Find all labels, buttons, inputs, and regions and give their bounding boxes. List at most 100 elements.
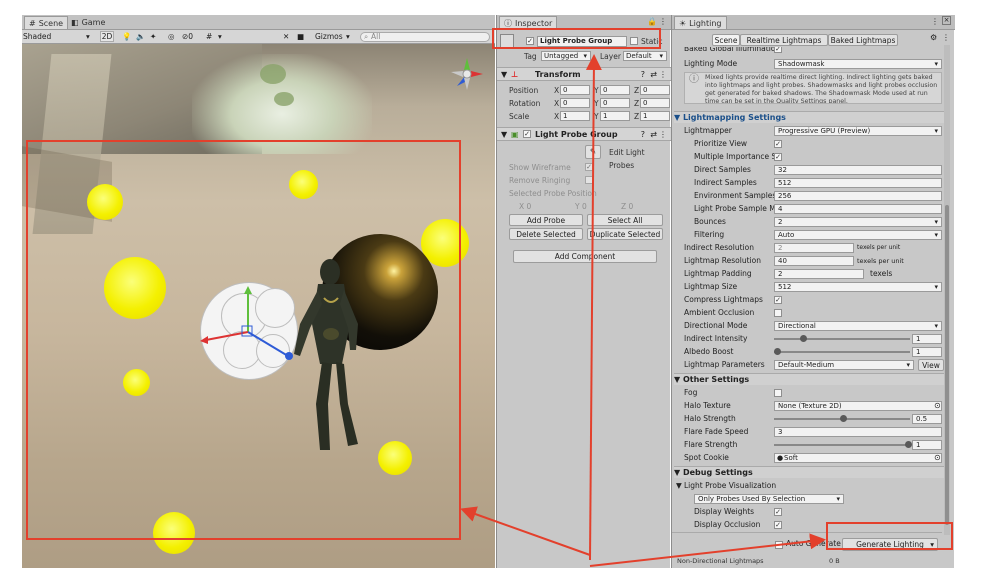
- camera-settings-icon[interactable]: ■: [297, 30, 304, 44]
- transform-header[interactable]: ▼ ⊥ Transform ? ⇄ ⋮: [497, 67, 671, 81]
- shading-mode-dropdown[interactable]: Shaded: [23, 30, 51, 44]
- environment-samples-field[interactable]: 256: [774, 191, 942, 201]
- grid-toggle-icon[interactable]: #: [206, 30, 212, 44]
- scale-x-field[interactable]: 1: [560, 111, 590, 121]
- remove-ringing-checkbox[interactable]: [585, 176, 593, 184]
- tab-game[interactable]: ◧ Game: [67, 16, 109, 29]
- display-weights-checkbox[interactable]: ✓: [774, 508, 782, 516]
- indirect-intensity-field[interactable]: 1: [912, 334, 942, 344]
- auto-generate-checkbox[interactable]: [775, 541, 783, 549]
- slider-knob[interactable]: [800, 335, 807, 342]
- delete-selected-button[interactable]: Delete Selected: [509, 228, 583, 240]
- baked-gi-checkbox[interactable]: ✓: [774, 47, 782, 53]
- duplicate-selected-button[interactable]: Duplicate Selected: [587, 228, 663, 240]
- close-icon[interactable]: ×: [942, 16, 951, 25]
- object-picker-icon[interactable]: ⊙: [934, 452, 941, 464]
- spot-cookie-field[interactable]: Soft: [774, 453, 942, 463]
- albedo-boost-slider[interactable]: [774, 351, 910, 353]
- lighting-toggle-icon[interactable]: 💡: [122, 30, 131, 44]
- tab-lighting[interactable]: ☀ Lighting: [674, 16, 727, 29]
- position-y-field[interactable]: 0: [600, 85, 630, 95]
- bounces-dropdown[interactable]: 2: [774, 217, 942, 227]
- orientation-gizmo[interactable]: [449, 56, 485, 92]
- directional-mode-dropdown[interactable]: Directional: [774, 321, 942, 331]
- lighting-menu-icon[interactable]: ⋮: [942, 33, 950, 42]
- compress-checkbox[interactable]: ✓: [774, 296, 782, 304]
- edit-probes-button[interactable]: ✎: [585, 145, 601, 159]
- lightmapping-settings-header[interactable]: ▼ Lightmapping Settings: [674, 111, 944, 123]
- lighting-scrollbar[interactable]: [944, 45, 950, 535]
- probe-sample-field[interactable]: 4: [774, 204, 942, 214]
- selected-x-field[interactable]: X 0: [519, 200, 531, 213]
- rotation-z-field[interactable]: 0: [640, 98, 670, 108]
- position-x-field[interactable]: 0: [560, 85, 590, 95]
- flare-strength-slider[interactable]: [774, 444, 910, 446]
- rotation-x-field[interactable]: 0: [560, 98, 590, 108]
- tag-dropdown[interactable]: Untagged: [541, 51, 591, 61]
- settings-gear-icon[interactable]: ⚙: [930, 33, 937, 42]
- fog-checkbox[interactable]: [774, 389, 782, 397]
- view-button[interactable]: View: [918, 359, 944, 371]
- lightmap-params-dropdown[interactable]: Default-Medium: [774, 360, 914, 370]
- lighting-tab-scene[interactable]: Scene: [712, 34, 740, 46]
- lock-icon[interactable]: 🔒: [647, 17, 657, 26]
- select-all-button[interactable]: Select All: [587, 214, 663, 226]
- component-enabled-checkbox[interactable]: ✓: [523, 130, 531, 138]
- direct-samples-field[interactable]: 32: [774, 165, 942, 175]
- scale-y-field[interactable]: 1: [600, 111, 630, 121]
- lightmap-size-dropdown[interactable]: 512: [774, 282, 942, 292]
- flare-strength-field[interactable]: 1: [912, 440, 942, 450]
- grid-dropdown-icon[interactable]: ▾: [218, 30, 222, 44]
- gizmos-dropdown[interactable]: Gizmos: [315, 30, 343, 44]
- slider-knob[interactable]: [905, 441, 912, 448]
- debug-settings-header[interactable]: ▼ Debug Settings: [674, 466, 944, 478]
- slider-knob[interactable]: [840, 415, 847, 422]
- albedo-boost-field[interactable]: 1: [912, 347, 942, 357]
- panel-menu-icon[interactable]: ⋮: [659, 17, 667, 26]
- scrollbar-thumb[interactable]: [945, 205, 949, 525]
- halo-texture-field[interactable]: None (Texture 2D): [774, 401, 942, 411]
- layer-dropdown[interactable]: Default: [623, 51, 667, 61]
- light-probe-group-header[interactable]: ▼ ▣ ✓ Light Probe Group ? ⇄ ⋮: [497, 127, 671, 141]
- lighting-tab-realtime[interactable]: Realtime Lightmaps: [740, 34, 828, 46]
- lighting-mode-dropdown[interactable]: Shadowmask: [774, 59, 942, 69]
- probe-visualization-dropdown[interactable]: Only Probes Used By Selection: [694, 494, 844, 504]
- help-icon[interactable]: ?: [641, 68, 645, 81]
- object-picker-icon[interactable]: ⊙: [934, 400, 941, 412]
- flare-fade-field[interactable]: 3: [774, 427, 942, 437]
- component-menu-icon[interactable]: ⋮: [659, 128, 667, 141]
- show-wireframe-checkbox[interactable]: ✓: [585, 163, 593, 171]
- 2d-toggle-button[interactable]: 2D: [100, 31, 114, 42]
- help-icon[interactable]: ?: [641, 128, 645, 141]
- other-settings-header[interactable]: ▼ Other Settings: [674, 373, 944, 385]
- filtering-dropdown[interactable]: Auto: [774, 230, 942, 240]
- panel-menu-icon[interactable]: ⋮: [931, 17, 939, 26]
- slider-knob[interactable]: [774, 348, 781, 355]
- add-probe-button[interactable]: Add Probe: [509, 214, 583, 226]
- add-component-button[interactable]: Add Component: [513, 250, 657, 263]
- scene-search-input[interactable]: All: [360, 32, 490, 42]
- audio-toggle-icon[interactable]: 🔈: [136, 30, 145, 44]
- indirect-samples-field[interactable]: 512: [774, 178, 942, 188]
- selected-y-field[interactable]: Y 0: [575, 200, 587, 213]
- halo-strength-field[interactable]: 0.5: [912, 414, 942, 424]
- indirect-intensity-slider[interactable]: [774, 338, 910, 340]
- tab-scene[interactable]: # Scene: [24, 16, 69, 29]
- indirect-resolution-field[interactable]: 2: [774, 243, 854, 253]
- preset-icon[interactable]: ⇄: [650, 128, 657, 141]
- preset-icon[interactable]: ⇄: [650, 68, 657, 81]
- rotation-y-field[interactable]: 0: [600, 98, 630, 108]
- scale-z-field[interactable]: 1: [640, 111, 670, 121]
- selected-z-field[interactable]: Z 0: [621, 200, 633, 213]
- lightmap-resolution-field[interactable]: 40: [774, 256, 854, 266]
- effects-toggle-icon[interactable]: ✦: [150, 30, 156, 44]
- display-occlusion-checkbox[interactable]: ✓: [774, 521, 782, 529]
- position-z-field[interactable]: 0: [640, 85, 670, 95]
- lightmap-padding-field[interactable]: 2: [774, 269, 864, 279]
- mis-checkbox[interactable]: ✓: [774, 153, 782, 161]
- tools-icon[interactable]: ✕: [283, 30, 289, 44]
- lighting-tab-baked[interactable]: Baked Lightmaps: [828, 34, 898, 46]
- ambient-occlusion-checkbox[interactable]: [774, 309, 782, 317]
- prioritize-view-checkbox[interactable]: ✓: [774, 140, 782, 148]
- hidden-objects-icon[interactable]: ◎: [168, 30, 175, 44]
